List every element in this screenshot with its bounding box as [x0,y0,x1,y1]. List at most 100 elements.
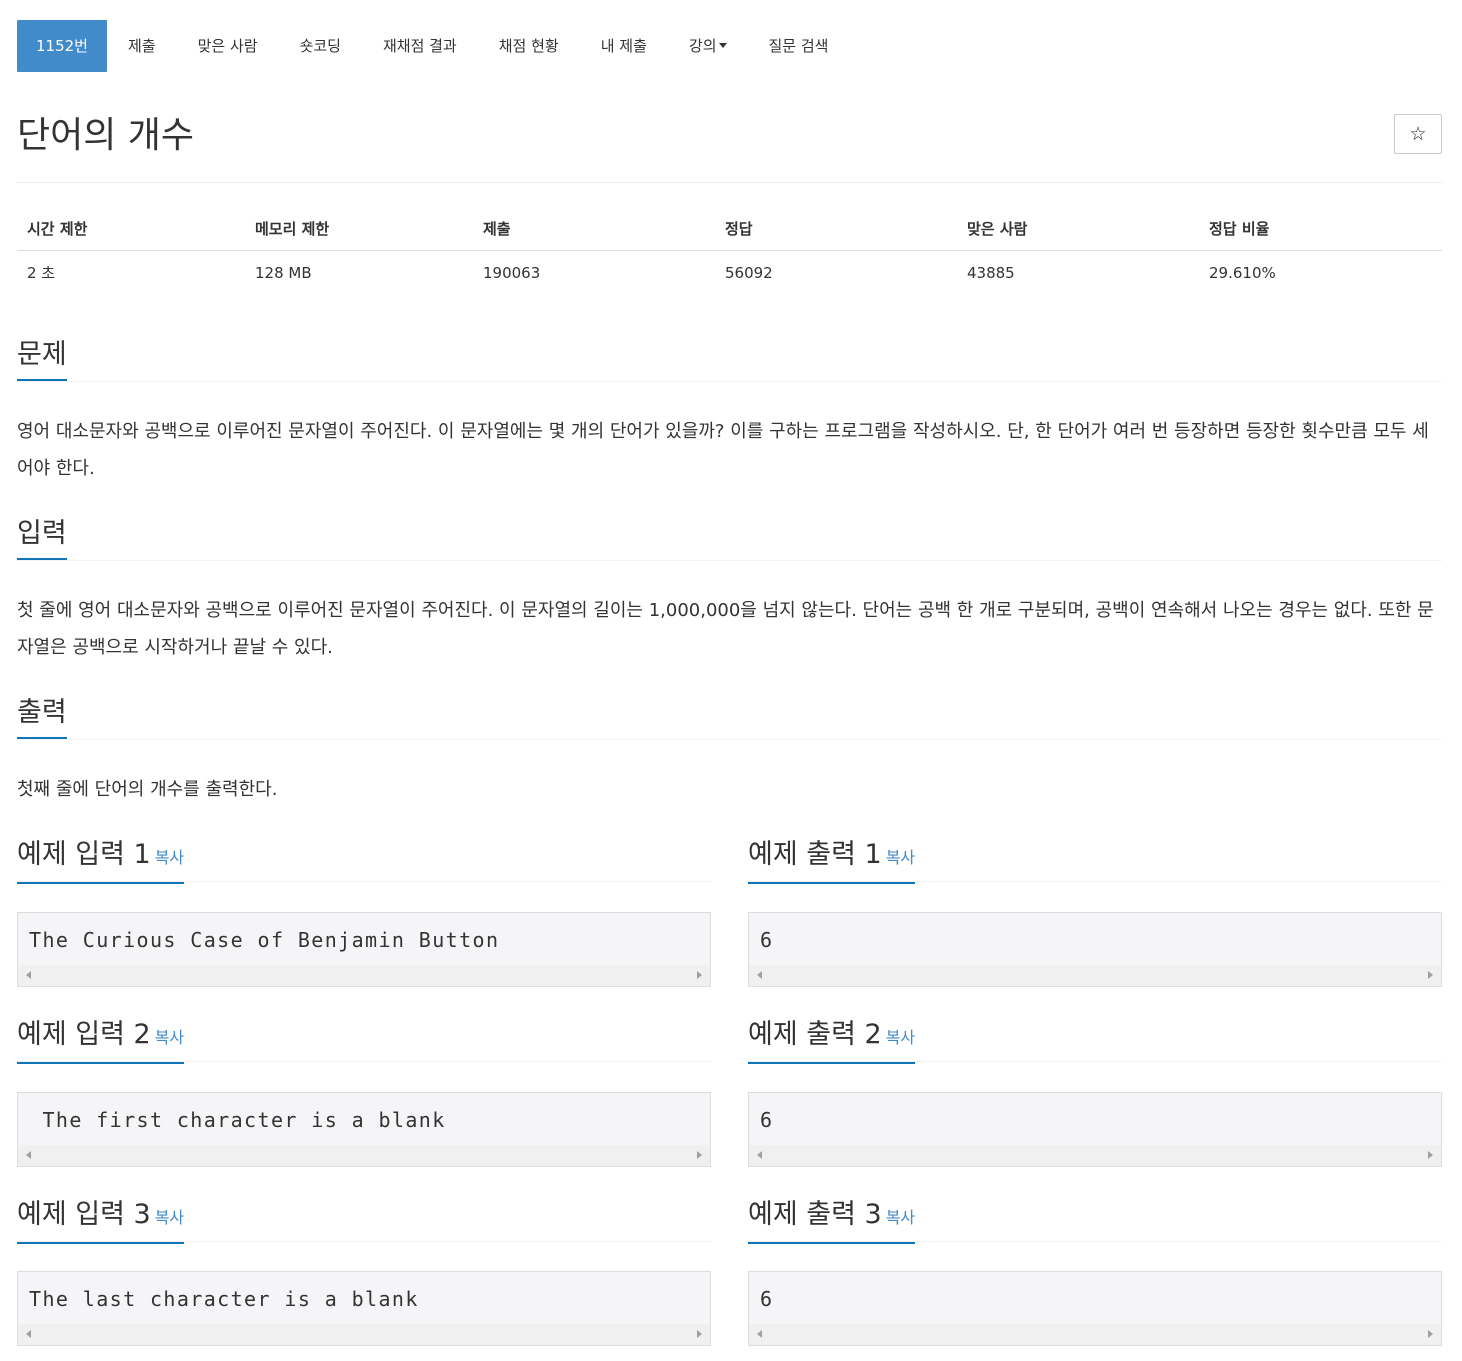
caret-down-icon [718,43,727,48]
sample-input-3-box[interactable]: The last character is a blank [17,1271,711,1346]
nav-my-submissions[interactable]: 내 제출 [580,20,668,72]
sample-output-3-box[interactable]: 6 [748,1271,1442,1346]
sample-output-3-section: 예제 출력 3 복사 [748,1195,1442,1244]
problem-info-table: 시간 제한 메모리 제한 제출 정답 맞은 사람 정답 비율 2 초 128 M… [17,207,1442,294]
copy-button[interactable]: 복사 [886,1208,915,1227]
value-accepted: 56092 [725,263,773,282]
section-header: 예제 입력 1 복사 [17,835,711,884]
scroll-right-icon[interactable] [1428,971,1433,979]
horizontal-scrollbar[interactable] [18,1324,710,1345]
section-heading: 예제 입력 3 복사 [17,1195,185,1244]
scroll-left-icon[interactable] [26,971,31,979]
section-header: 문제 [17,335,1442,382]
sample-input-text: The last character is a blank [29,1287,433,1311]
horizontal-scrollbar[interactable] [749,1324,1441,1345]
copy-button[interactable]: 복사 [155,848,184,867]
copy-button[interactable]: 복사 [886,1028,915,1047]
section-heading: 문제 [17,335,67,381]
section-heading: 예제 입력 2 복사 [17,1015,185,1064]
section-header: 예제 출력 2 복사 [748,1015,1442,1064]
problem-output-section: 출력 첫째 줄에 단어의 개수를 출력한다. [17,693,1442,808]
nav-question-search[interactable]: 질문 검색 [748,20,850,72]
sample-input-1-box[interactable]: The Curious Case of Benjamin Button [17,912,711,987]
value-memory-limit: 128 MB [255,263,312,282]
value-submissions: 190063 [483,263,541,282]
title-row: 단어의 개수 ☆ [17,114,1442,183]
copy-button[interactable]: 복사 [155,1208,184,1227]
problem-output-text: 첫째 줄에 단어의 개수를 출력한다. [17,779,278,800]
sample-input-heading: 예제 입력 1 [17,839,151,870]
section-header: 예제 출력 3 복사 [748,1195,1442,1244]
sample-output-1-section: 예제 출력 1 복사 [748,835,1442,884]
section-header: 입력 [17,514,1442,561]
value-time-limit: 2 초 [27,264,56,282]
scroll-left-icon[interactable] [26,1151,31,1159]
scroll-right-icon[interactable] [1428,1330,1433,1338]
scroll-left-icon[interactable] [26,1330,31,1338]
sample-input-3-section: 예제 입력 3 복사 [17,1195,711,1244]
sample-input-2-box[interactable]: The first character is a blank [17,1092,711,1167]
header-accept-ratio: 정답 비율 [1199,207,1442,251]
nav-submit[interactable]: 제출 [107,20,177,72]
sample-input-heading: 예제 입력 2 [17,1019,151,1050]
sample-input-heading: 예제 입력 3 [17,1199,151,1230]
nav-judge-status[interactable]: 채점 현황 [478,20,580,72]
sample-output-heading: 예제 출력 1 [748,839,882,870]
header-time-limit: 시간 제한 [17,207,245,251]
star-icon: ☆ [1409,123,1427,145]
horizontal-scrollbar[interactable] [18,965,710,986]
sample-output-text: 6 [760,928,774,952]
section-header: 예제 입력 2 복사 [17,1015,711,1064]
sample-output-1-box[interactable]: 6 [748,912,1442,987]
nav-problem-number[interactable]: 1152번 [17,19,107,72]
problem-description-text: 영어 대소문자와 공백으로 이루어진 문자열이 주어진다. 이 문자열에는 몇 … [17,421,1429,479]
horizontal-scrollbar[interactable] [18,1145,710,1166]
section-heading: 입력 [17,514,67,560]
problem-nav: 1152번 제출 맞은 사람 숏코딩 재채점 결과 채점 현황 내 제출 강의 … [17,13,1442,78]
header-accepted: 정답 [715,207,957,251]
section-header: 출력 [17,693,1442,740]
copy-button[interactable]: 복사 [155,1028,184,1047]
sample-input-2-section: 예제 입력 2 복사 [17,1015,711,1064]
horizontal-scrollbar[interactable] [749,965,1441,986]
sample-output-2-section: 예제 출력 2 복사 [748,1015,1442,1064]
section-heading: 예제 출력 2 복사 [748,1015,916,1064]
problem-input-text: 첫 줄에 영어 대소문자와 공백으로 이루어진 문자열이 주어진다. 이 문자열… [17,600,1434,658]
sample-output-text: 6 [760,1108,774,1132]
sample-input-text: The Curious Case of Benjamin Button [29,928,500,952]
nav-accepted-users[interactable]: 맞은 사람 [177,20,279,72]
horizontal-scrollbar[interactable] [749,1145,1441,1166]
sample-input-text: The first character is a blank [29,1108,446,1132]
scroll-right-icon[interactable] [1428,1151,1433,1159]
info-header-row: 시간 제한 메모리 제한 제출 정답 맞은 사람 정답 비율 [17,207,1442,251]
header-accepted-users: 맞은 사람 [957,207,1199,251]
star-button[interactable]: ☆ [1394,114,1442,154]
section-heading: 출력 [17,693,67,739]
problem-title: 단어의 개수 [17,115,195,156]
scroll-left-icon[interactable] [757,1151,762,1159]
section-heading: 예제 입력 1 복사 [17,835,185,884]
scroll-right-icon[interactable] [697,971,702,979]
header-memory-limit: 메모리 제한 [245,207,473,251]
value-accept-ratio: 29.610% [1209,263,1276,282]
nav-rejudge-results[interactable]: 재채점 결과 [362,20,478,72]
nav-lectures-label: 강의 [688,37,717,55]
sample-output-2-box[interactable]: 6 [748,1092,1442,1167]
nav-lectures-dropdown[interactable]: 강의 [668,20,748,72]
sample-output-heading: 예제 출력 3 [748,1199,882,1230]
sample-output-text: 6 [760,1287,774,1311]
problem-input-section: 입력 첫 줄에 영어 대소문자와 공백으로 이루어진 문자열이 주어진다. 이 … [17,514,1442,666]
scroll-left-icon[interactable] [757,971,762,979]
nav-short-coding[interactable]: 숏코딩 [279,20,362,72]
sample-output-heading: 예제 출력 2 [748,1019,882,1050]
problem-description-section: 문제 영어 대소문자와 공백으로 이루어진 문자열이 주어진다. 이 문자열에는… [17,335,1442,487]
sample-input-1-section: 예제 입력 1 복사 [17,835,711,884]
section-heading: 예제 출력 1 복사 [748,835,916,884]
section-header: 예제 출력 1 복사 [748,835,1442,884]
header-submissions: 제출 [473,207,715,251]
copy-button[interactable]: 복사 [886,848,915,867]
section-heading: 예제 출력 3 복사 [748,1195,916,1244]
scroll-left-icon[interactable] [757,1330,762,1338]
scroll-right-icon[interactable] [697,1151,702,1159]
scroll-right-icon[interactable] [697,1330,702,1338]
